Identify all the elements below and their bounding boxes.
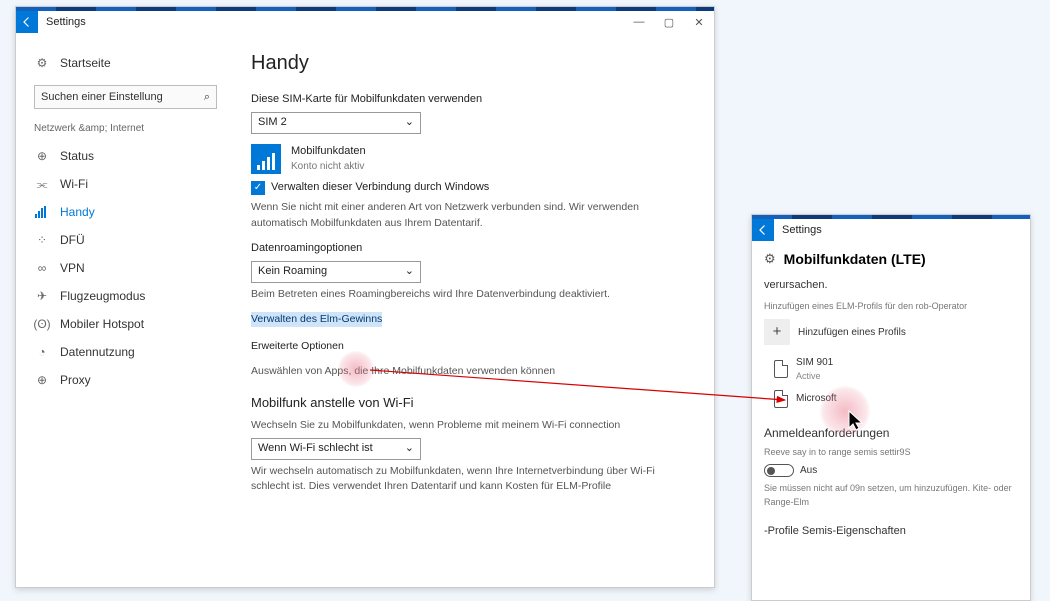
signal-icon — [251, 144, 281, 174]
page-title: Handy — [251, 49, 656, 78]
profile-item-sim901[interactable]: SIM 901 Active — [774, 355, 1018, 384]
toggle-label: Aus — [800, 463, 817, 478]
info-text-1: Wenn Sie nicht mit einer anderen Art von… — [251, 200, 656, 230]
search-input[interactable]: Suchen einer Einstellung ⌕ — [34, 85, 217, 109]
sim-label: Diese SIM-Karte für Mobilfunkdaten verwe… — [251, 92, 656, 108]
sim-icon — [774, 390, 788, 408]
settings-window: Settings — ▢ ✕ ⚙ Startseite Suchen einer… — [15, 6, 715, 588]
wifi-body2: Wir wechseln automatisch zu Mobilfunkdat… — [251, 464, 656, 494]
add-profile-button[interactable]: + Hinzufügen eines Profils — [764, 319, 1018, 345]
sidebar-item-label: Handy — [60, 205, 95, 219]
home-label: Startseite — [60, 56, 111, 70]
info-text-2: Beim Betreten eines Roamingbereichs wird… — [251, 287, 656, 302]
sidebar-item-label: Proxy — [60, 373, 91, 387]
roaming-value: Kein Roaming — [258, 264, 327, 280]
nav-icon: ✈ — [34, 288, 50, 304]
wifi-value: Wenn Wi-Fi schlecht ist — [258, 441, 373, 457]
search-icon: ⌕ — [204, 91, 210, 104]
titlebar: Settings — ▢ ✕ — [16, 11, 714, 33]
sidebar-item-mobiler-hotspot[interactable]: (ʘ) Mobiler Hotspot — [34, 310, 217, 338]
sidebar-item-handy[interactable]: Handy — [34, 198, 217, 226]
hint-text: Hinzufügen eines ELM-Profils für den rob… — [764, 300, 1018, 314]
advanced-options-link[interactable]: Erweiterte Optionen — [251, 339, 344, 354]
sidebar-item-dfü[interactable]: ⁘ DFÜ — [34, 226, 217, 254]
window-title: Settings — [774, 224, 822, 236]
profile-item-microsoft[interactable]: Microsoft — [774, 390, 1018, 408]
sidebar-item-status[interactable]: ⊕ Status — [34, 142, 217, 170]
nav-icon: ∞ — [34, 260, 50, 276]
gear-icon: ⚙ — [34, 55, 50, 71]
requirements-heading: Anmeldeanforderungen — [764, 424, 1018, 442]
sidebar-item-label: VPN — [60, 261, 85, 275]
chevron-down-icon: ⌄ — [405, 264, 414, 280]
gear-icon: ⚙ — [764, 251, 776, 267]
req-body: Reeve say in to range semis settir9S — [764, 446, 1018, 460]
sidebar-item-flugzeugmodus[interactable]: ✈ Flugzeugmodus — [34, 282, 217, 310]
tile-title: Mobilfunkdaten — [291, 144, 366, 160]
maximize-button[interactable]: ▢ — [654, 16, 684, 29]
sidebar: ⚙ Startseite Suchen einer Einstellung ⌕ … — [16, 33, 231, 408]
wifi-dropdown[interactable]: Wenn Wi-Fi schlecht ist ⌄ — [251, 438, 421, 460]
toggle-switch — [764, 464, 794, 477]
app-select-link[interactable]: Auswählen von Apps, die Ihre Mobilfunkda… — [251, 364, 656, 379]
sidebar-home[interactable]: ⚙ Startseite — [34, 49, 217, 77]
sidebar-item-label: Datennutzung — [60, 345, 135, 359]
item-name: SIM 901 — [796, 357, 833, 368]
close-button[interactable]: ✕ — [684, 16, 714, 29]
sidebar-item-proxy[interactable]: ⊕ Proxy — [34, 366, 217, 394]
req-body2: Sie müssen nicht auf 09n setzen, um hinz… — [764, 482, 1018, 509]
titlebar: Settings — [752, 219, 1030, 241]
sidebar-item-vpn[interactable]: ∞ VPN — [34, 254, 217, 282]
sidebar-item-label: Status — [60, 149, 94, 163]
minimize-button[interactable]: — — [624, 16, 654, 29]
nav-icon: (ʘ) — [34, 316, 50, 332]
sidebar-item-datennutzung[interactable]: ◔ Datennutzung — [34, 338, 217, 366]
checkmark-icon: ✓ — [251, 181, 265, 195]
back-button[interactable] — [752, 219, 774, 241]
nav-icon: ⁘ — [34, 232, 50, 248]
body-top: verursachen. — [764, 277, 1018, 294]
back-button[interactable] — [16, 11, 38, 33]
nav-icon: ⊕ — [34, 372, 50, 388]
sim-value: SIM 2 — [258, 115, 287, 131]
nav-icon: ◔ — [34, 344, 50, 360]
add-label: Hinzufügen eines Profils — [798, 325, 906, 340]
requirements-toggle[interactable]: Aus — [764, 463, 1018, 478]
nav-icon: ⫘ — [34, 176, 50, 192]
wifi-heading: Mobilfunk anstelle von Wi-Fi — [251, 394, 656, 413]
roaming-dropdown[interactable]: Kein Roaming ⌄ — [251, 261, 421, 283]
item-name: Microsoft — [796, 393, 837, 404]
lte-content: verursachen. Hinzufügen eines ELM-Profil… — [752, 271, 1030, 546]
window-top-stripe — [752, 215, 1030, 219]
sidebar-item-label: DFÜ — [60, 233, 85, 247]
chevron-down-icon: ⌄ — [405, 115, 414, 131]
cellular-tile[interactable]: Mobilfunkdaten Konto nicht aktiv — [251, 144, 656, 174]
sidebar-section-header: Netzwerk &amp; Internet — [34, 123, 217, 134]
search-placeholder: Suchen einer Einstellung — [41, 91, 163, 103]
sim-icon — [774, 360, 788, 378]
checkbox-label: Verwalten dieser Verbindung durch Window… — [271, 180, 489, 196]
plus-icon: + — [764, 319, 790, 345]
manage-elm-link[interactable]: Verwalten des Elm-Gewinns — [251, 312, 382, 327]
window-top-stripe — [16, 7, 714, 11]
sim-dropdown[interactable]: SIM 2 ⌄ — [251, 112, 421, 134]
content-area: Handy Diese SIM-Karte für Mobilfunkdaten… — [231, 33, 676, 514]
sidebar-item-label: Mobiler Hotspot — [60, 317, 144, 331]
profile-props-heading: -Profile Semis-Eigenschaften — [764, 523, 1018, 540]
chevron-down-icon: ⌄ — [405, 441, 414, 457]
lte-window: Settings ⚙ Mobilfunkdaten (LTE) verursac… — [751, 214, 1031, 601]
tile-subtitle: Konto nicht aktiv — [291, 160, 366, 175]
wifi-body1: Wechseln Sie zu Mobilfunkdaten, wenn Pro… — [251, 418, 656, 433]
nav-icon — [34, 204, 50, 220]
sidebar-item-label: Flugzeugmodus — [60, 289, 145, 303]
roaming-label: Datenroamingoptionen — [251, 241, 656, 257]
sidebar-item-label: Wi-Fi — [60, 177, 88, 191]
page-title: Mobilfunkdaten (LTE) — [784, 251, 926, 267]
window-title: Settings — [38, 16, 86, 28]
nav-icon: ⊕ — [34, 148, 50, 164]
manage-checkbox[interactable]: ✓ Verwalten dieser Verbindung durch Wind… — [251, 180, 656, 196]
item-sub: Active — [796, 370, 833, 384]
sidebar-item-wi-fi[interactable]: ⫘ Wi-Fi — [34, 170, 217, 198]
